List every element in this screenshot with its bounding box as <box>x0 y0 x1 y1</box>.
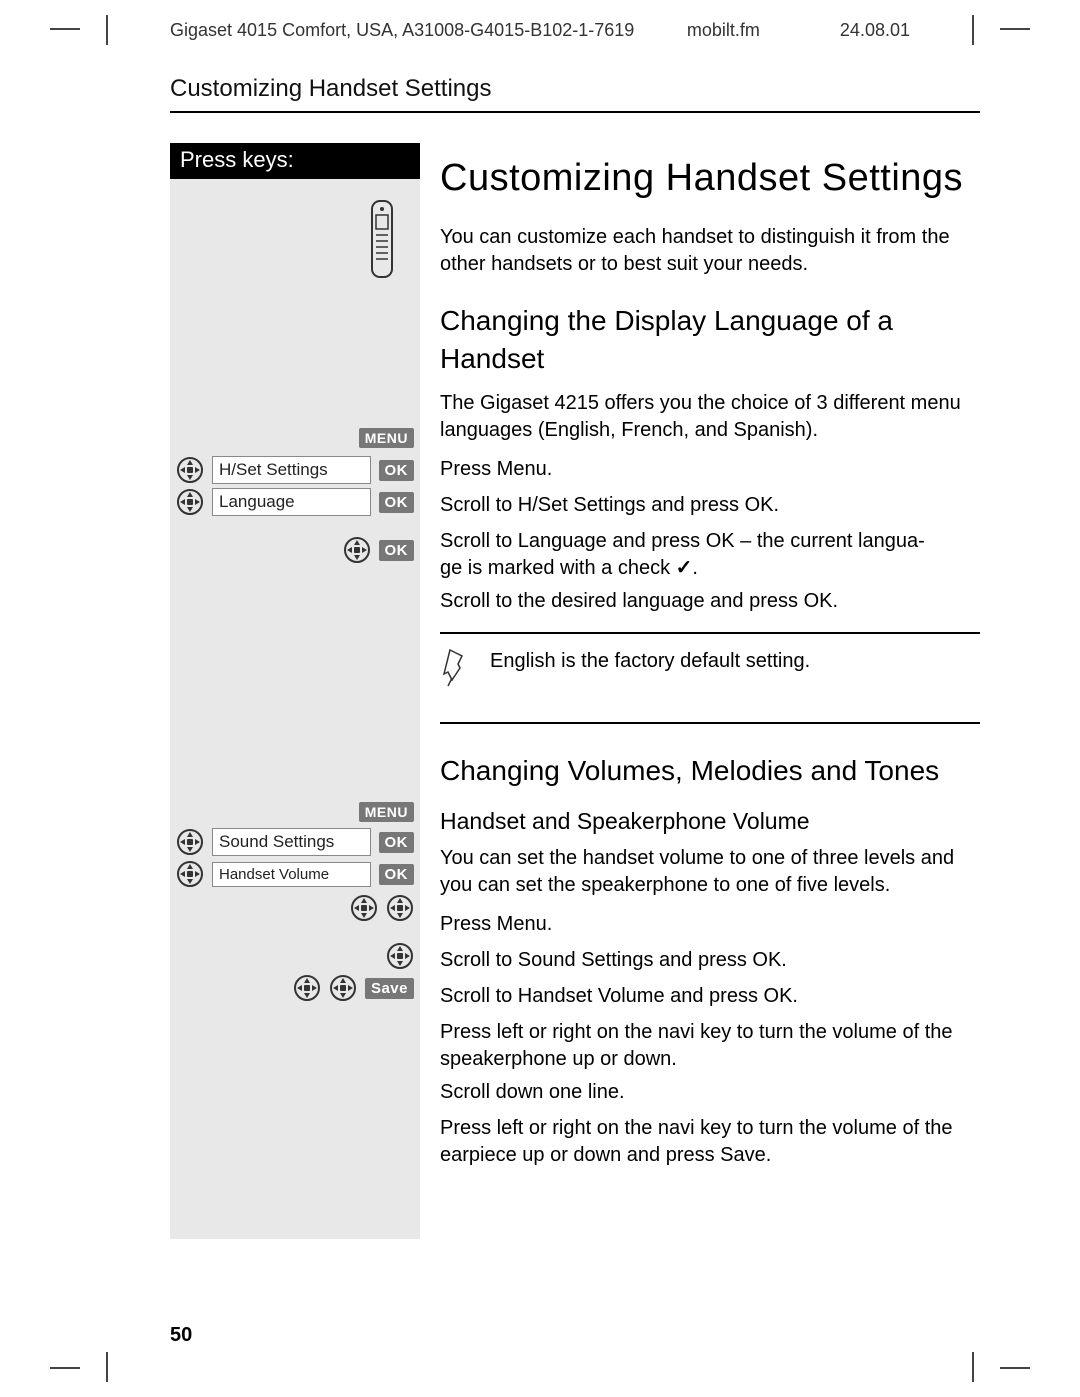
key-row: MENU <box>176 423 414 453</box>
page-title: Customizing Handset Settings <box>440 153 980 204</box>
step-text: . <box>692 557 698 579</box>
section-paragraph: The Gigaset 4215 offers you the choice o… <box>440 390 980 444</box>
navi-key-icon <box>386 894 414 922</box>
crop-mark <box>50 28 80 30</box>
note-box: English is the factory default setting. <box>440 632 980 724</box>
step-text: ge is marked with a check <box>440 557 676 579</box>
key-row: Language OK <box>176 487 414 517</box>
handset-icon <box>364 199 400 279</box>
navi-key-icon <box>329 974 357 1002</box>
key-row <box>176 893 414 923</box>
page-header: Gigaset 4015 Comfort, USA, A31008-G4015-… <box>170 20 910 41</box>
intro-paragraph: You can customize each handset to distin… <box>440 224 980 278</box>
crop-mark <box>972 15 974 45</box>
header-left: Gigaset 4015 Comfort, USA, A31008-G4015-… <box>170 20 634 41</box>
crop-mark <box>106 1352 108 1382</box>
key-row: Sound Settings OK <box>176 827 414 857</box>
navi-key-icon <box>293 974 321 1002</box>
key-label: Sound Settings <box>212 828 371 856</box>
page-number: 50 <box>170 1324 192 1347</box>
key-label: Handset Volume <box>212 862 371 887</box>
crop-mark <box>1000 28 1030 30</box>
step: Press Menu. <box>440 911 980 941</box>
key-row: OK <box>176 535 414 565</box>
navi-key-icon <box>176 860 204 888</box>
navi-key-icon <box>176 488 204 516</box>
pushpin-icon <box>440 648 470 688</box>
step-text: Scroll to Language and press OK – the cu… <box>440 530 925 552</box>
navi-key-icon <box>350 894 378 922</box>
navi-key-icon <box>176 456 204 484</box>
key-row <box>176 941 414 971</box>
subsection-heading: Handset and Speakerphone Volume <box>440 806 980 837</box>
key-label: Language <box>212 488 371 516</box>
press-keys-column: Press keys: <box>170 143 420 1239</box>
key-label: H/Set Settings <box>212 456 371 484</box>
navi-key-icon <box>386 942 414 970</box>
menu-key-chip: MENU <box>359 802 414 822</box>
ok-key-chip: OK <box>379 832 415 853</box>
key-row: Save <box>176 973 414 1003</box>
section-heading: Changing the Display Language of a Hands… <box>440 302 980 378</box>
key-row: MENU <box>176 797 414 827</box>
checkmark-icon <box>676 557 693 579</box>
step: Scroll down one line. <box>440 1079 980 1109</box>
navi-key-icon <box>176 828 204 856</box>
step: Press left or right on the navi key to t… <box>440 1115 980 1169</box>
header-right: 24.08.01 <box>840 20 910 41</box>
ok-key-chip: OK <box>379 460 415 481</box>
manual-page: Gigaset 4015 Comfort, USA, A31008-G4015-… <box>0 0 1080 1397</box>
section-paragraph: You can set the handset volume to one of… <box>440 845 980 899</box>
ok-key-chip: OK <box>379 540 415 561</box>
crop-mark <box>50 1367 80 1369</box>
content-area: Customizing Handset Settings Press keys: <box>170 75 980 1327</box>
grey-panel: MENU H/Set Settings OK Language OK <box>170 179 420 1239</box>
step: Scroll to Handset Volume and press OK. <box>440 983 980 1013</box>
step: Scroll to Language and press OK – the cu… <box>440 528 980 582</box>
key-row: Handset Volume OK <box>176 859 414 889</box>
step: Scroll to H/Set Settings and press OK. <box>440 492 980 522</box>
step: Scroll to the desired language and press… <box>440 588 980 618</box>
crop-mark <box>972 1352 974 1382</box>
step: Press Menu. <box>440 456 980 486</box>
ok-key-chip: OK <box>379 864 415 885</box>
crop-mark <box>1000 1367 1030 1369</box>
key-row: H/Set Settings OK <box>176 455 414 485</box>
menu-key-chip: MENU <box>359 428 414 448</box>
ok-key-chip: OK <box>379 492 415 513</box>
step: Press left or right on the navi key to t… <box>440 1019 980 1073</box>
main-text-column: Customizing Handset Settings You can cus… <box>440 143 980 1239</box>
navi-key-icon <box>343 536 371 564</box>
step: Scroll to Sound Settings and press OK. <box>440 947 980 977</box>
header-center: mobilt.fm <box>687 20 760 41</box>
running-title: Customizing Handset Settings <box>170 75 980 113</box>
note-text: English is the factory default setting. <box>490 648 810 675</box>
crop-mark <box>106 15 108 45</box>
press-keys-header: Press keys: <box>170 143 420 179</box>
section-heading: Changing Volumes, Melodies and Tones <box>440 752 980 790</box>
save-key-chip: Save <box>365 978 414 999</box>
